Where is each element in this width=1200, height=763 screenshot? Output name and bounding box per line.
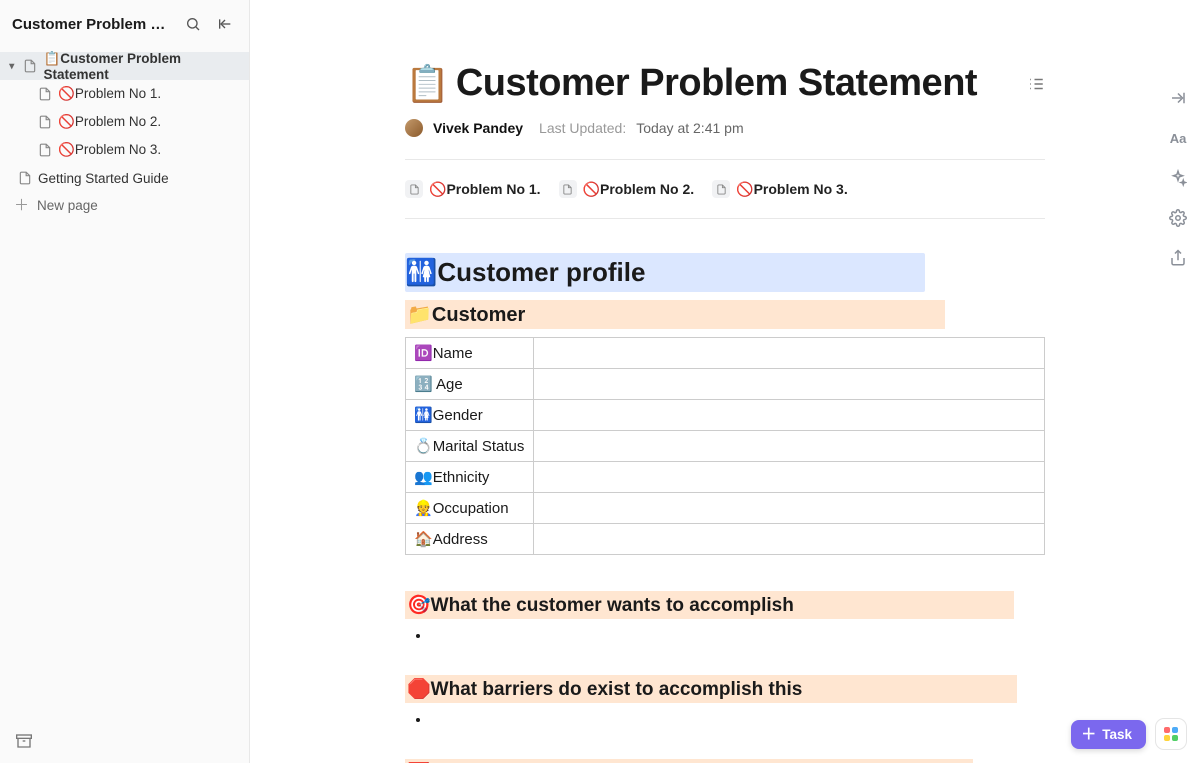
block-customer-wants[interactable]: 🎯What the customer wants to accomplish — [405, 589, 1045, 645]
table-cell-key[interactable]: 💍Marital Status — [406, 431, 534, 462]
meta-row: Vivek Pandey Last Updated: Today at 2:41… — [405, 119, 1045, 137]
table-cell-value[interactable] — [534, 338, 1045, 369]
table-cell-value[interactable] — [534, 400, 1045, 431]
author-avatar[interactable] — [405, 119, 423, 137]
tree-item-child[interactable]: 🚫Problem No 3. — [0, 136, 249, 164]
tree-item-root[interactable]: ▾ 📋Customer Problem Statement — [0, 52, 249, 80]
block-why-barriers[interactable]: 🆘Why do the barriers exist — [405, 757, 1045, 763]
sidebar-title: Customer Problem Statement — [12, 16, 173, 33]
ai-sparkle-icon[interactable] — [1168, 168, 1188, 188]
table-row[interactable]: 🚻Gender — [406, 400, 1045, 431]
divider — [405, 159, 1045, 160]
bullet-list[interactable] — [405, 627, 1045, 645]
new-page-label: New page — [37, 198, 98, 213]
customer-profile-table[interactable]: 🆔Name 🔢 Age 🚻Gender 💍Marital Status 👥Eth… — [405, 337, 1045, 555]
page-icon — [559, 180, 577, 198]
create-task-button[interactable]: ＋ Task — [1071, 720, 1146, 749]
search-icon[interactable] — [181, 12, 205, 36]
table-cell-key[interactable]: 🆔Name — [406, 338, 534, 369]
table-row[interactable]: 👥Ethnicity — [406, 462, 1045, 493]
settings-icon[interactable] — [1168, 208, 1188, 228]
share-icon[interactable] — [1168, 248, 1188, 268]
sidebar: Customer Problem Statement ▾ 📋Customer P… — [0, 0, 250, 763]
table-cell-value[interactable] — [534, 493, 1045, 524]
table-cell-value[interactable] — [534, 431, 1045, 462]
page-icon — [712, 180, 730, 198]
tree-item-label: Getting Started Guide — [38, 171, 169, 186]
tree-item-child[interactable]: 🚫Problem No 2. — [0, 108, 249, 136]
table-row[interactable]: 🏠Address — [406, 524, 1045, 555]
table-row[interactable]: 👷Occupation — [406, 493, 1045, 524]
page-icon — [38, 115, 52, 129]
list-item[interactable] — [431, 711, 1045, 729]
document: 📋 Customer Problem Statement Vivek Pande… — [405, 0, 1045, 763]
typography-icon[interactable]: Aa — [1168, 128, 1188, 148]
page-tree: ▾ 📋Customer Problem Statement 🚫Problem N… — [0, 48, 249, 719]
table-cell-key[interactable]: 🏠Address — [406, 524, 534, 555]
subsection-customer[interactable]: 📁Customer — [405, 300, 1045, 329]
table-cell-value[interactable] — [534, 462, 1045, 493]
table-cell-key[interactable]: 🔢 Age — [406, 369, 534, 400]
task-fab-label: Task — [1102, 727, 1132, 742]
page-emoji[interactable]: 📋 — [405, 63, 450, 105]
plus-icon: ＋ — [1081, 727, 1096, 742]
bullet-list[interactable] — [405, 711, 1045, 729]
tree-children: 🚫Problem No 1. 🚫Problem No 2. 🚫Problem N… — [0, 80, 249, 164]
apps-grid-icon — [1164, 727, 1178, 741]
page-title[interactable]: Customer Problem Statement — [456, 62, 977, 105]
archive-icon[interactable] — [12, 729, 36, 753]
table-row[interactable]: 💍Marital Status — [406, 431, 1045, 462]
page-icon — [405, 180, 423, 198]
page-icon — [23, 59, 37, 73]
author-name[interactable]: Vivek Pandey — [433, 120, 523, 136]
sidebar-footer — [0, 719, 249, 763]
tree-item-child[interactable]: 🚫Problem No 1. — [0, 80, 249, 108]
subpage-link[interactable]: 🚫Problem No 3. — [712, 180, 848, 198]
last-updated-label: Last Updated: — [539, 120, 626, 136]
right-rail: Aa — [1156, 0, 1200, 268]
tree-item-label: 🚫Problem No 1. — [58, 86, 161, 102]
table-row[interactable]: 🔢 Age — [406, 369, 1045, 400]
sidebar-header: Customer Problem Statement — [0, 0, 249, 48]
tree-item-label: 📋Customer Problem Statement — [43, 51, 241, 82]
page-icon — [38, 143, 52, 157]
table-cell-key[interactable]: 👷Occupation — [406, 493, 534, 524]
page-icon — [38, 87, 52, 101]
expand-icon[interactable] — [1168, 88, 1188, 108]
subpage-link[interactable]: 🚫Problem No 1. — [405, 180, 541, 198]
title-row: 📋 Customer Problem Statement — [405, 62, 1045, 105]
fab-area: ＋ Task — [1071, 719, 1186, 749]
outline-toggle-icon[interactable] — [1027, 75, 1045, 93]
tree-item-label: 🚫Problem No 3. — [58, 142, 161, 158]
tree-item-label: 🚫Problem No 2. — [58, 114, 161, 130]
plus-icon: ＋ — [14, 198, 29, 213]
table-cell-key[interactable]: 👥Ethnicity — [406, 462, 534, 493]
tree-item-sibling[interactable]: Getting Started Guide — [0, 164, 249, 192]
page-icon — [18, 171, 32, 185]
apps-button[interactable] — [1156, 719, 1186, 749]
table-cell-value[interactable] — [534, 369, 1045, 400]
block-barriers[interactable]: 🛑What barriers do exist to accomplish th… — [405, 673, 1045, 729]
main-content: 📋 Customer Problem Statement Vivek Pande… — [250, 0, 1200, 763]
list-item[interactable] — [431, 627, 1045, 645]
section-customer-profile[interactable]: 🚻Customer profile — [405, 253, 925, 292]
collapse-sidebar-icon[interactable] — [213, 12, 237, 36]
last-updated-value: Today at 2:41 pm — [636, 120, 743, 136]
table-cell-value[interactable] — [534, 524, 1045, 555]
subpage-links: 🚫Problem No 1. 🚫Problem No 2. 🚫Problem N… — [405, 180, 1045, 219]
caret-down-icon[interactable]: ▾ — [6, 61, 17, 72]
new-page-button[interactable]: ＋ New page — [0, 192, 249, 219]
table-row[interactable]: 🆔Name — [406, 338, 1045, 369]
subpage-link[interactable]: 🚫Problem No 2. — [559, 180, 695, 198]
table-cell-key[interactable]: 🚻Gender — [406, 400, 534, 431]
